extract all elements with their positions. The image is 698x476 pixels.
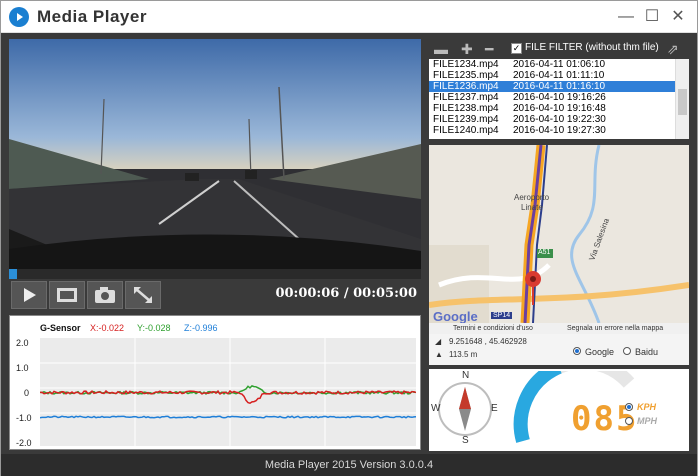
file-date: 2016-04-10 19:22:30 [513, 114, 606, 125]
map-terms-link[interactable]: Termini e condizioni d'uso [453, 323, 533, 334]
compass-w-label: W [431, 403, 441, 414]
y-tick-label: 1.0 [16, 363, 29, 373]
playback-progress-bar[interactable] [9, 269, 421, 279]
fullscreen-button[interactable] [125, 281, 161, 309]
file-list: FILE1234.mp4 2016-04-11 01:06:10 FILE1235.… [429, 59, 689, 136]
snapshot-button[interactable] [87, 281, 123, 309]
camera-icon [95, 287, 115, 303]
status-footer: Media Player 2015 Version 3.0.0.4 [1, 454, 697, 476]
app-logo-icon [9, 7, 29, 27]
y-tick-label: -1.0 [16, 413, 32, 423]
scrollbar-thumb[interactable] [678, 89, 687, 115]
map-label-a51: A51 [538, 249, 551, 256]
file-toolbar: ▬ ✚ ━ ✓ FILE FILTER (without thm file) ⇗ [429, 39, 689, 59]
play-icon [24, 288, 36, 302]
map-view[interactable] [429, 145, 689, 324]
google-logo: Google [433, 309, 478, 324]
maximize-button[interactable]: ☐ [641, 7, 663, 27]
file-date: 2016-04-11 01:16:10 [513, 81, 606, 92]
playback-controls: 00:00:06 / 00:05:00 [9, 279, 421, 311]
file-list-item[interactable]: FILE1235.mp4 2016-04-11 01:11:10 [429, 70, 689, 81]
time-display: 00:00:06 / 00:05:00 [275, 286, 417, 301]
gsensor-graph: G-Sensor X:-0.022 Y:-0.028 Z:-0.996 2.0 … [9, 315, 421, 450]
altitude-text: 113.5 m [449, 350, 478, 359]
file-filter-checkbox[interactable]: ✓ [511, 43, 522, 54]
main-area: 00:00:06 / 00:05:00 G-Sensor X:-0.022 Y:… [1, 33, 697, 454]
map-info-bar: Termini e condizioni d'uso Segnala un er… [429, 323, 689, 365]
file-name: FILE1237.mp4 [433, 92, 499, 103]
coordinates-text: 9.251648 , 45.462928 [449, 337, 527, 346]
file-name: FILE1235.mp4 [433, 70, 499, 81]
file-date: 2016-04-10 19:27:30 [513, 125, 606, 136]
file-date: 2016-04-10 19:16:26 [513, 92, 606, 103]
map-footer: Termini e condizioni d'uso Segnala un er… [429, 323, 689, 334]
file-list-item[interactable]: FILE1234.mp4 2016-04-11 01:06:10 [429, 59, 689, 70]
y-tick-label: 2.0 [16, 338, 29, 348]
window-title: Media Player [37, 7, 147, 26]
export-icon[interactable]: ⇗ [667, 41, 679, 58]
y-tick-label: 0 [24, 388, 30, 398]
file-filter-label: FILE FILTER (without thm file) [525, 42, 659, 53]
map-panel[interactable]: Aeroporto Linate Via Salesina A51 SP14 G… [429, 145, 689, 365]
close-button[interactable]: ✕ [667, 7, 689, 27]
play-button[interactable] [11, 281, 47, 309]
coordinates-icon: ◢ [435, 337, 442, 346]
file-date: 2016-04-10 19:16:48 [513, 103, 606, 114]
film-button[interactable] [49, 281, 85, 309]
altitude-icon: ▲ [435, 350, 443, 359]
title-bar: Media Player — ☐ ✕ [1, 1, 697, 33]
y-tick-label: -2.0 [16, 438, 32, 448]
file-list-item[interactable]: FILE1238.mp4 2016-04-10 19:16:48 [429, 103, 689, 114]
compass-e-label: E [491, 403, 498, 414]
file-name: FILE1239.mp4 [433, 114, 499, 125]
file-list-panel: ▬ ✚ ━ ✓ FILE FILTER (without thm file) ⇗… [429, 39, 689, 139]
gsensor-plot [40, 338, 416, 446]
gsensor-z-value: Z:-0.996 [184, 323, 218, 333]
file-list-item[interactable]: FILE1240.mp4 2016-04-10 19:27:30 [429, 125, 689, 136]
google-radio-label: Google [585, 347, 615, 357]
compass-n-label: N [462, 370, 470, 381]
film-icon [57, 288, 77, 302]
baidu-radio-label: Baidu [635, 347, 659, 357]
gsensor-title: G-Sensor [40, 323, 81, 333]
file-list-scrollbar[interactable] [675, 59, 689, 139]
mph-label: MPH [637, 416, 657, 426]
map-label-linate: Linate [521, 203, 543, 212]
mph-radio[interactable] [625, 417, 633, 425]
file-list-item[interactable]: FILE1236.mp4 2016-04-11 01:16:10 [429, 81, 689, 92]
video-frame[interactable] [9, 39, 421, 275]
file-list-item[interactable]: FILE1239.mp4 2016-04-10 19:22:30 [429, 114, 689, 125]
expand-icon [134, 287, 152, 303]
file-name: FILE1236.mp4 [433, 81, 499, 92]
file-list-item[interactable]: FILE1237.mp4 2016-04-10 19:16:26 [429, 92, 689, 103]
open-folder-icon[interactable]: ▬ [434, 41, 448, 57]
google-radio[interactable] [573, 347, 581, 355]
gsensor-x-value: X:-0.022 [90, 323, 125, 333]
map-report-link[interactable]: Segnala un errore nella mappa [567, 323, 663, 334]
gsensor-y-value: Y:-0.028 [137, 323, 171, 333]
file-date: 2016-04-11 01:11:10 [513, 70, 605, 81]
playback-progress-fill [9, 269, 18, 279]
speed-panel: N E S W 085 KPH MPH [429, 369, 689, 451]
baidu-radio[interactable] [623, 347, 631, 355]
app-window: Media Player — ☐ ✕ 00:00:06 / 00:05:00 G… [0, 0, 698, 476]
file-name: FILE1234.mp4 [433, 59, 499, 70]
kph-label: KPH [637, 402, 657, 412]
file-name: FILE1238.mp4 [433, 103, 499, 114]
add-file-icon[interactable]: ✚ [461, 41, 473, 58]
file-name: FILE1240.mp4 [433, 125, 499, 136]
minimize-button[interactable]: — [615, 7, 637, 27]
compass-s-label: S [462, 435, 469, 446]
kph-radio[interactable] [625, 403, 633, 411]
map-label-sp14: SP14 [491, 312, 513, 319]
file-date: 2016-04-11 01:06:10 [513, 59, 606, 70]
remove-file-icon[interactable]: ━ [485, 41, 493, 58]
map-label-aeroporto: Aeroporto [514, 193, 550, 202]
